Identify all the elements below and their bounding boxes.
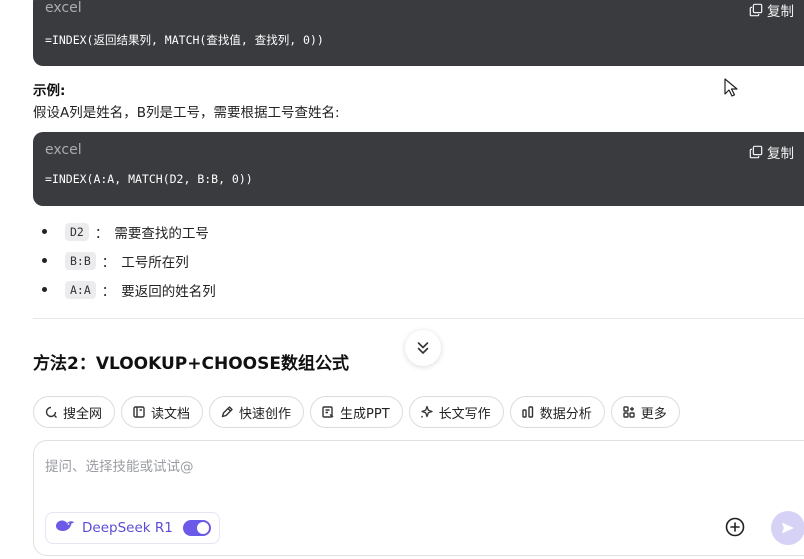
book-icon xyxy=(133,406,145,418)
pen-icon xyxy=(221,406,233,418)
example-description: 假设A列是姓名，B列是工号，需要根据工号查姓名: xyxy=(33,105,340,121)
grid-icon xyxy=(623,406,635,418)
skill-label: 更多 xyxy=(640,406,667,422)
list-item-text: 要返回的姓名列 xyxy=(121,283,216,300)
list-item: B:B ： 工号所在列 xyxy=(42,246,216,275)
copy-icon xyxy=(749,145,763,159)
separator: ： xyxy=(101,254,116,271)
code-language-label: excel xyxy=(45,0,82,16)
skill-label: 搜全网 xyxy=(63,406,103,422)
copy-button[interactable]: 复制 xyxy=(749,142,794,162)
skill-data-analysis[interactable]: 数据分析 xyxy=(509,396,605,428)
code-block-example: excel 复制 =INDEX(A:A, MATCH(D2, B:B, 0)) xyxy=(33,132,804,206)
skill-read-doc[interactable]: 读文档 xyxy=(121,396,204,428)
chart-icon xyxy=(521,406,533,418)
inline-code: A:A xyxy=(65,280,96,299)
skill-search-web[interactable]: 搜全网 xyxy=(33,396,116,428)
copy-label: 复制 xyxy=(767,146,794,162)
search-icon xyxy=(45,406,57,418)
code-language-label: excel xyxy=(45,142,82,158)
skill-generate-ppt[interactable]: 生成PPT xyxy=(310,396,403,428)
separator: ： xyxy=(101,283,116,300)
copy-label: 复制 xyxy=(767,4,794,20)
list-item: D2 ： 需要查找的工号 xyxy=(42,217,216,246)
skill-more[interactable]: 更多 xyxy=(610,396,680,428)
skill-label: 数据分析 xyxy=(539,406,592,422)
code-content: =INDEX(A:A, MATCH(D2, B:B, 0)) xyxy=(45,172,253,186)
copy-button[interactable]: 复制 xyxy=(749,0,794,20)
send-button[interactable] xyxy=(771,511,804,545)
model-selector[interactable]: DeepSeek R1 xyxy=(45,512,220,544)
plus-circle-icon xyxy=(725,517,745,537)
deepseek-logo-icon xyxy=(54,518,76,538)
skill-label: 快速创作 xyxy=(239,406,292,422)
send-icon xyxy=(782,522,794,534)
section-divider xyxy=(33,318,804,319)
bullet-dot xyxy=(42,258,47,263)
skill-bar: 搜全网 读文档 快速创作 生成PPT 长文写作 数据分析 更多 xyxy=(33,396,680,428)
list-item-text: 工号所在列 xyxy=(121,254,189,271)
code-content: =INDEX(返回结果列, MATCH(查找值, 查找列, 0)) xyxy=(45,33,324,47)
code-block-general: excel 复制 =INDEX(返回结果列, MATCH(查找值, 查找列, 0… xyxy=(33,0,804,66)
inline-code: D2 xyxy=(65,222,89,241)
chat-input[interactable] xyxy=(45,459,725,475)
chat-input-card: DeepSeek R1 xyxy=(33,440,804,556)
list-item: A:A ： 要返回的姓名列 xyxy=(42,275,216,304)
skill-quick-create[interactable]: 快速创作 xyxy=(209,396,305,428)
skill-label: 长文写作 xyxy=(438,406,491,422)
bullet-dot xyxy=(42,229,47,234)
model-label: DeepSeek R1 xyxy=(82,520,173,536)
example-heading: 示例: xyxy=(33,83,66,99)
separator: ： xyxy=(94,225,109,242)
scroll-to-bottom-button[interactable] xyxy=(405,330,441,366)
skill-long-writing[interactable]: 长文写作 xyxy=(408,396,504,428)
mouse-cursor-icon xyxy=(724,78,738,97)
parameter-list: D2 ： 需要查找的工号 B:B ： 工号所在列 A:A ： 要返回的姓名列 xyxy=(42,217,216,304)
bullet-dot xyxy=(42,287,47,292)
sparkle-icon xyxy=(420,405,433,418)
add-attachment-button[interactable] xyxy=(724,516,746,538)
skill-label: 生成PPT xyxy=(340,406,390,422)
section-heading: 方法2：VLOOKUP+CHOOSE数组公式 xyxy=(33,354,349,374)
skill-label: 读文档 xyxy=(151,406,191,422)
model-toggle[interactable] xyxy=(182,520,211,536)
ppt-icon xyxy=(322,406,334,418)
copy-icon xyxy=(749,3,763,17)
list-item-text: 需要查找的工号 xyxy=(114,225,209,242)
inline-code: B:B xyxy=(65,251,96,270)
double-chevron-down-icon xyxy=(417,342,429,354)
